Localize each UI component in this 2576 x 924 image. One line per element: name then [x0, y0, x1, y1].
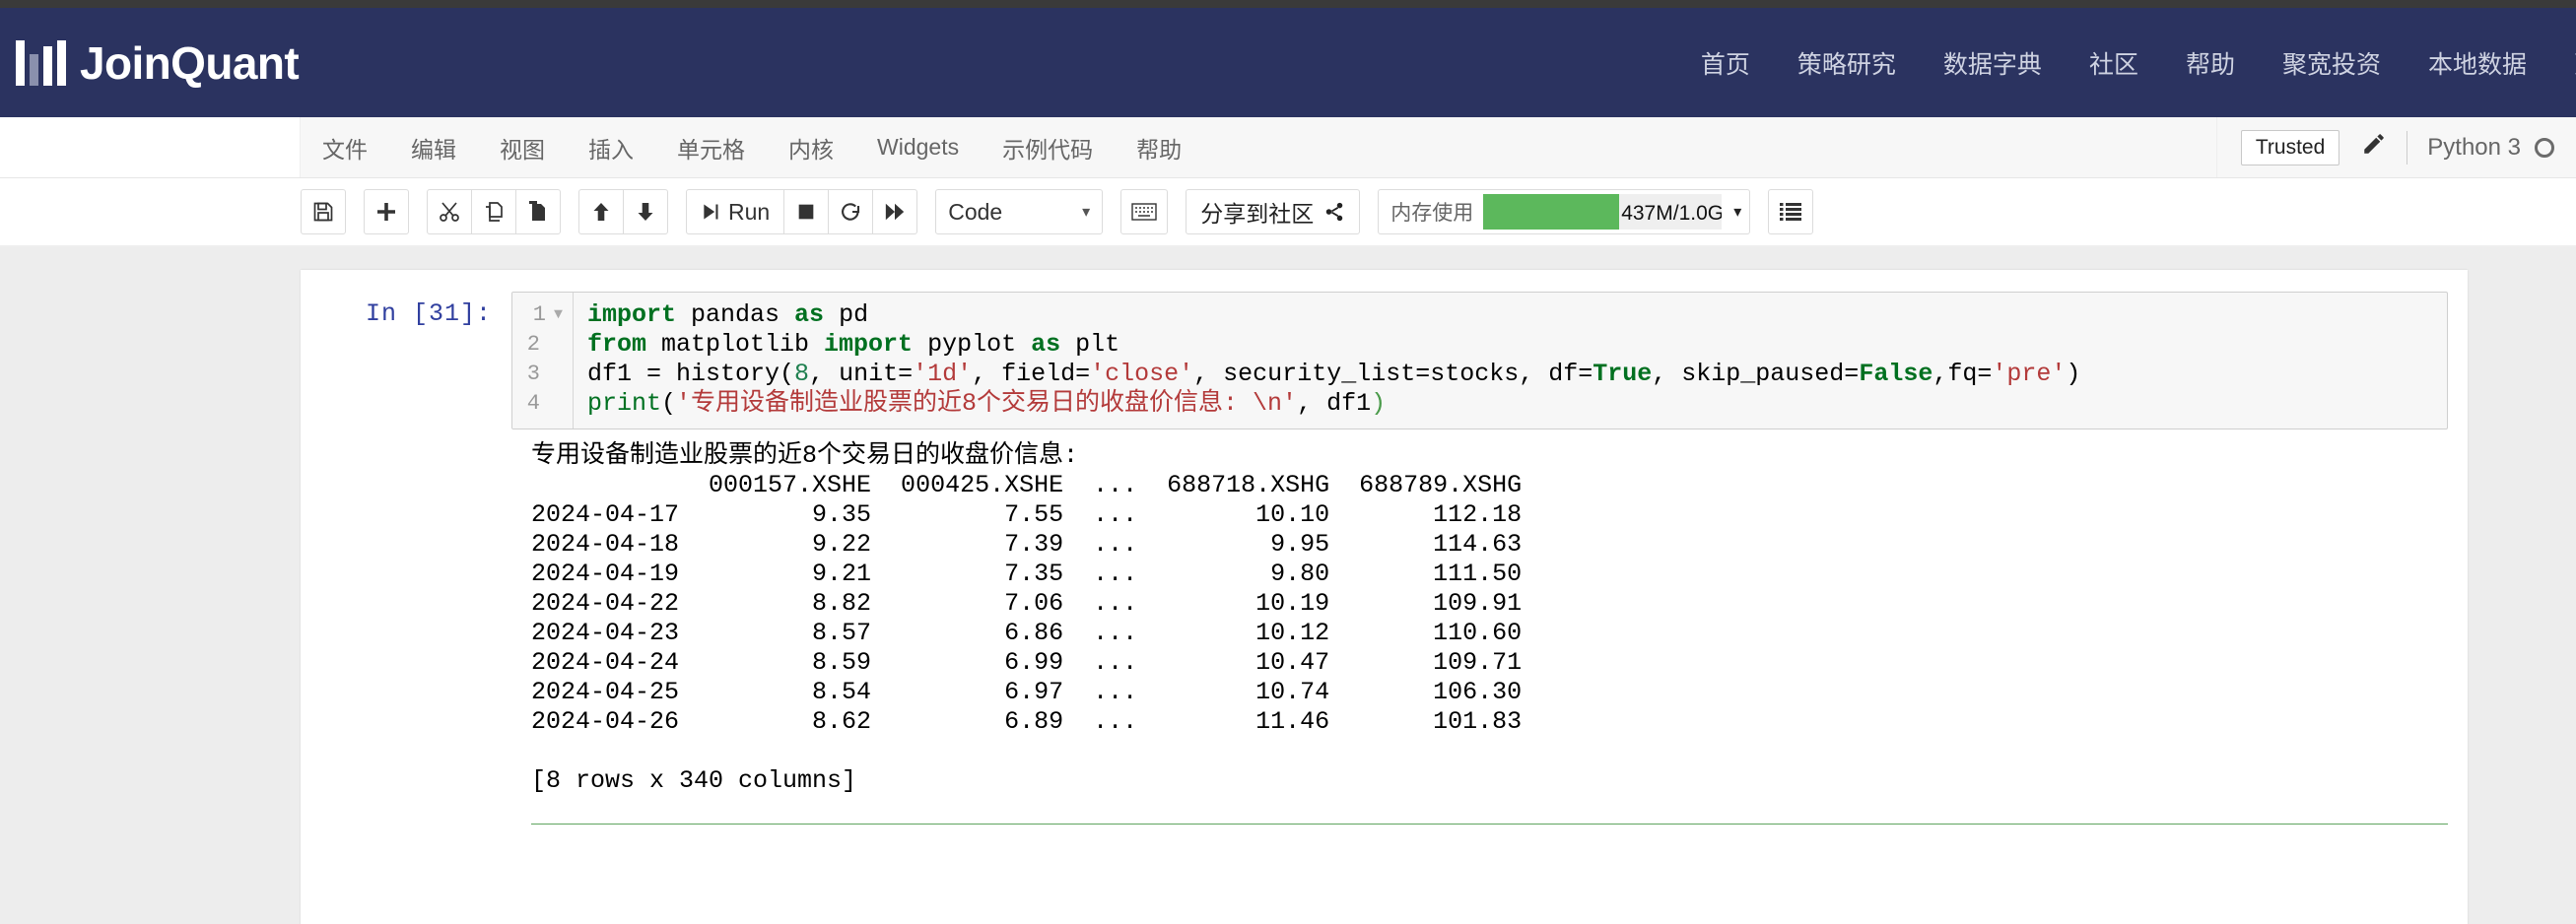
pencil-icon[interactable]: [2361, 131, 2387, 164]
toolbar-group-clipboard: [427, 189, 561, 234]
arrow-down-icon[interactable]: [623, 189, 668, 234]
cell-type-value: Code: [948, 198, 1003, 225]
menu-widgets[interactable]: Widgets: [855, 134, 981, 161]
brand-navbar: JoinQuant 首页 策略研究 数据字典 社区 帮助 聚宽投资 本地数据 更: [0, 8, 2576, 117]
paste-icon[interactable]: [515, 189, 561, 234]
toolbar-group-keyboard: [1120, 189, 1169, 234]
table-of-contents-icon[interactable]: [1768, 189, 1814, 234]
cell-type-select[interactable]: Code ▾: [935, 189, 1104, 234]
memory-usage-bar-fill: [1483, 194, 1620, 230]
line-number: 1: [532, 302, 546, 327]
menubar-right-cluster: Trusted Python 3: [2215, 117, 2576, 177]
kernel-idle-circle-icon[interactable]: [2535, 137, 2554, 158]
output-shape-line: [8 rows x 340 columns]: [531, 766, 857, 795]
menu-kernel[interactable]: 内核: [767, 131, 855, 165]
share-nodes-icon: [1325, 202, 1343, 222]
scissors-icon[interactable]: [427, 189, 472, 234]
nav-item-help[interactable]: 帮助: [2162, 45, 2259, 81]
menu-file[interactable]: 文件: [301, 131, 389, 165]
output-title-line: 专用设备制造业股票的近8个交易日的收盘价信息:: [531, 441, 1079, 470]
toolbar-group-celltype: Code ▾: [935, 189, 1104, 234]
menu-cell[interactable]: 单元格: [655, 131, 767, 165]
window-top-strip: [0, 0, 2576, 8]
next-cell-selected-divider: [531, 824, 2448, 825]
menu-help[interactable]: 帮助: [1115, 131, 1203, 165]
run-button-label: Run: [728, 198, 771, 225]
trusted-badge[interactable]: Trusted: [2240, 129, 2340, 165]
run-button[interactable]: Run: [686, 189, 785, 234]
menu-example-code[interactable]: 示例代码: [981, 131, 1115, 165]
line-number: 2: [526, 332, 540, 357]
memory-usage-label: 内存使用: [1390, 202, 1474, 225]
stop-square-icon[interactable]: [783, 189, 830, 234]
memory-usage-bar: 437M/1.0G, 本篇2: [1483, 194, 1723, 230]
jupyter-menubar: 文件 编辑 视图 插入 单元格 内核 Widgets 示例代码 帮助 Trust…: [0, 117, 2576, 178]
save-floppy-icon[interactable]: [301, 189, 346, 234]
toolbar-group-share: 分享到社区: [1186, 189, 1361, 234]
toolbar-group-insert: [364, 189, 409, 234]
nav-item-data-dictionary[interactable]: 数据字典: [1920, 45, 2066, 81]
toolbar-group-memory: 内存使用 437M/1.0G, 本篇2 ▾: [1378, 189, 1751, 234]
nav-item-home[interactable]: 首页: [1677, 45, 1774, 81]
menubar-left-spacer: [0, 117, 301, 177]
fast-forward-icon[interactable]: [872, 189, 918, 234]
line-number: 4: [526, 391, 540, 416]
jupyter-toolbar: Run Code ▾ 分享到社区 内存使用 437M/1.0G, ▾: [0, 178, 2576, 247]
caret-down-icon[interactable]: ▾: [1733, 202, 1741, 222]
memory-usage-widget[interactable]: 内存使用 437M/1.0G, 本篇2 ▾: [1378, 189, 1751, 234]
kernel-name-label: Python 3: [2427, 133, 2521, 161]
line-number: 3: [526, 362, 540, 386]
toolbar-group-run: Run: [686, 189, 918, 234]
menu-items: 文件 编辑 视图 插入 单元格 内核 Widgets 示例代码 帮助: [301, 131, 1203, 165]
triangle-down-icon[interactable]: ▼: [554, 300, 563, 330]
memory-usage-text: 437M/1.0G, 本篇2: [1621, 202, 1723, 225]
code-editor[interactable]: import pandas as pd from matplotlib impo…: [574, 293, 2447, 429]
restart-circular-arrow-icon[interactable]: [828, 189, 874, 234]
menu-insert[interactable]: 插入: [567, 131, 655, 165]
line-number-gutter: 1 ▼ 2 3 4: [512, 293, 574, 429]
toolbar-left-spacer: [0, 178, 301, 245]
cell-execution-prompt: In [31]:: [365, 299, 492, 328]
top-nav-links: 首页 策略研究 数据字典 社区 帮助 聚宽投资 本地数据 更: [1677, 45, 2576, 81]
bars-logo-icon: [16, 39, 66, 86]
cell-input-area[interactable]: 1 ▼ 2 3 4 import pandas as pd from matplo…: [511, 292, 2448, 429]
code-cell[interactable]: In [31]: 1 ▼ 2 3 4 import pandas as pd fr…: [301, 270, 2468, 429]
nav-item-strategy-research[interactable]: 策略研究: [1774, 45, 1920, 81]
plus-icon[interactable]: [364, 189, 409, 234]
chevron-down-icon: ▾: [1082, 204, 1091, 221]
nav-item-juukuan-invest[interactable]: 聚宽投资: [2259, 45, 2405, 81]
keyboard-icon[interactable]: [1120, 189, 1169, 234]
run-icon: [704, 204, 718, 220]
menu-edit[interactable]: 编辑: [389, 131, 478, 165]
arrow-up-icon[interactable]: [578, 189, 624, 234]
nav-item-local-data[interactable]: 本地数据: [2405, 45, 2550, 81]
brand-name: JoinQuant: [80, 36, 300, 89]
notebook-page-background: In [31]: 1 ▼ 2 3 4 import pandas as pd fr…: [0, 247, 2576, 924]
brand-logo[interactable]: JoinQuant: [16, 36, 300, 89]
share-button-label: 分享到社区: [1200, 201, 1315, 227]
toolbar-group-toc: [1768, 189, 1814, 234]
share-to-community-button[interactable]: 分享到社区: [1186, 189, 1361, 234]
toolbar-group-move: [578, 189, 668, 234]
menu-view[interactable]: 视图: [478, 131, 567, 165]
toolbar-group-save: [301, 189, 346, 234]
notebook-container: In [31]: 1 ▼ 2 3 4 import pandas as pd fr…: [301, 270, 2468, 924]
nav-item-more-partial[interactable]: 更: [2550, 45, 2576, 81]
cell-output-text: 专用设备制造业股票的近8个交易日的收盘价信息: 000157.XSHE 0004…: [531, 441, 1523, 795]
nav-item-community[interactable]: 社区: [2066, 45, 2162, 81]
copy-icon[interactable]: [471, 189, 516, 234]
